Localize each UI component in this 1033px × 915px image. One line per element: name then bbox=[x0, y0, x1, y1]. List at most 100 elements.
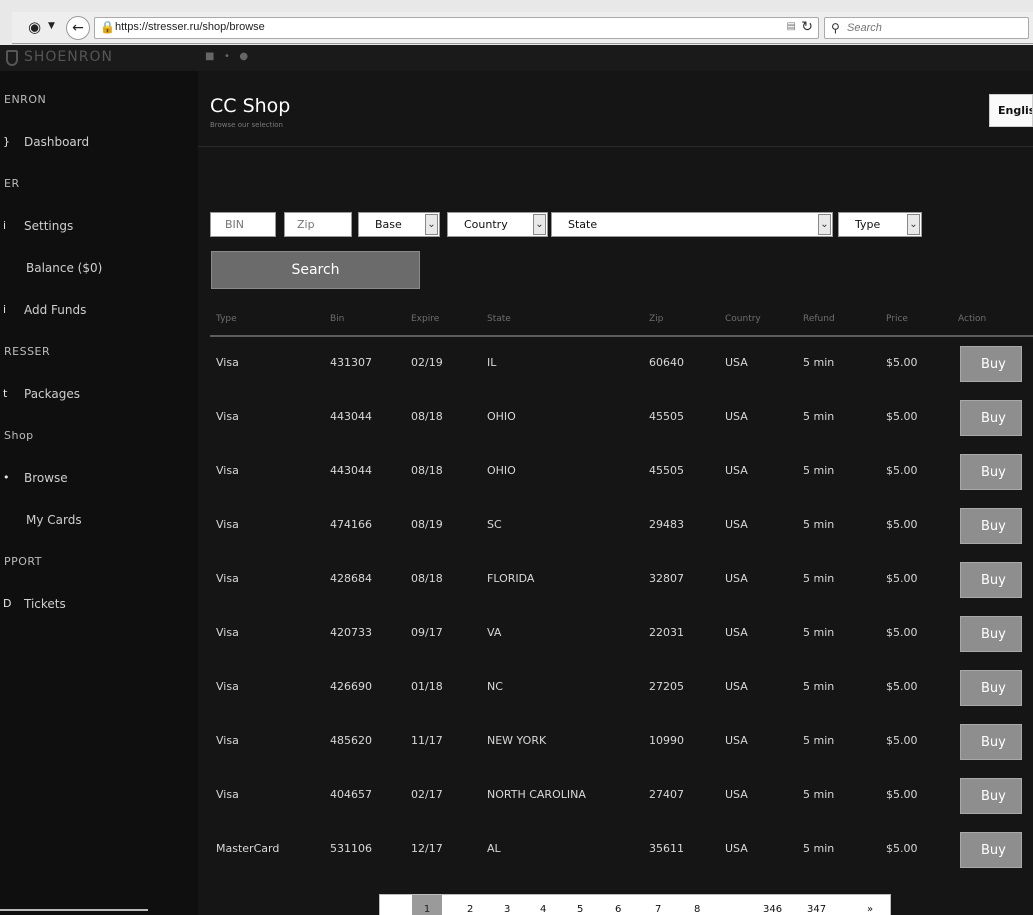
page-link-1[interactable]: 1 bbox=[412, 895, 442, 915]
page-link-3[interactable]: 3 bbox=[504, 904, 510, 915]
page-link-8[interactable]: 8 bbox=[694, 904, 700, 915]
column-header-country[interactable]: Country bbox=[725, 314, 761, 324]
table-row: Visa 485620 11/17 NEW YORK 10990 USA 5 min $5.0… bbox=[198, 724, 1033, 778]
cell-refund: 5 min bbox=[803, 788, 835, 801]
cell-expire: 12/17 bbox=[411, 842, 443, 855]
buy-button[interactable]: Buy bbox=[960, 670, 1022, 706]
base-select[interactable]: Base ⌄ bbox=[358, 212, 440, 237]
chevron-down-icon[interactable]: ▼ bbox=[48, 21, 55, 31]
browser-toolbar: ◉ ▼ ← 🔒 https://stresser.ru/shop/browse … bbox=[12, 12, 1033, 44]
search-icon: ⚲ bbox=[831, 21, 840, 35]
column-header-bin[interactable]: Bin bbox=[330, 314, 344, 324]
cell-zip: 45505 bbox=[649, 410, 684, 423]
cell-price: $5.00 bbox=[886, 356, 918, 369]
cell-country: USA bbox=[725, 626, 748, 639]
table-row: Visa 474166 08/19 SC 29483 USA 5 min $5.00 Buy bbox=[198, 508, 1033, 562]
cell-refund: 5 min bbox=[803, 356, 835, 369]
table-row: Visa 431307 02/19 IL 60640 USA 5 min $5.00 Buy bbox=[198, 346, 1033, 400]
page-link-6[interactable]: 6 bbox=[615, 904, 621, 915]
cell-country: USA bbox=[725, 464, 748, 477]
bin-field[interactable] bbox=[210, 212, 276, 237]
cell-country: USA bbox=[725, 842, 748, 855]
column-header-expire[interactable]: Expire bbox=[411, 314, 439, 324]
url-text[interactable]: https://stresser.ru/shop/browse bbox=[115, 21, 265, 33]
firefox-menu-icon[interactable]: ◉ bbox=[28, 18, 41, 36]
sidebar-item-my-cards[interactable]: My Cards bbox=[0, 507, 198, 535]
cell-state: NEW YORK bbox=[487, 734, 547, 747]
sidebar-item-add-funds[interactable]: i Add Funds bbox=[0, 297, 198, 325]
search-button[interactable]: Search bbox=[211, 251, 420, 289]
reload-icon[interactable]: ↻ bbox=[801, 19, 813, 35]
buy-button[interactable]: Buy bbox=[960, 508, 1022, 544]
sidebar-item-dashboard[interactable]: } Dashboard bbox=[0, 129, 198, 157]
cell-zip: 35611 bbox=[649, 842, 684, 855]
back-button[interactable]: ← bbox=[66, 16, 90, 40]
buy-button[interactable]: Buy bbox=[960, 616, 1022, 652]
language-button[interactable]: English bbox=[989, 94, 1033, 127]
sidebar-item-settings[interactable]: i Settings bbox=[0, 213, 198, 241]
cell-price: $5.00 bbox=[886, 410, 918, 423]
sidebar-item-label: Tickets bbox=[24, 597, 66, 611]
page-link-346[interactable]: 346 bbox=[763, 904, 782, 915]
sidebar-item-balance-0[interactable]: Balance ($0) bbox=[0, 255, 198, 283]
cell-state: OHIO bbox=[487, 464, 516, 477]
buy-button[interactable]: Buy bbox=[960, 346, 1022, 382]
cell-type: Visa bbox=[216, 464, 239, 477]
buy-button[interactable]: Buy bbox=[960, 454, 1022, 490]
cell-price: $5.00 bbox=[886, 680, 918, 693]
buy-button[interactable]: Buy bbox=[960, 562, 1022, 598]
page-link-347[interactable]: 347 bbox=[807, 904, 826, 915]
page-link-4[interactable]: 4 bbox=[540, 904, 546, 915]
chevron-down-icon[interactable]: ⌄ bbox=[907, 214, 920, 235]
buy-button[interactable]: Buy bbox=[960, 724, 1022, 760]
zip-input[interactable] bbox=[285, 213, 351, 236]
address-bar[interactable]: 🔒 https://stresser.ru/shop/browse ▤ ↻ bbox=[94, 17, 819, 39]
bin-input[interactable] bbox=[211, 213, 275, 236]
cell-refund: 5 min bbox=[803, 464, 835, 477]
table-row: Visa 404657 02/17 NORTH CAROLINA 27407 USA 5 m… bbox=[198, 778, 1033, 832]
zip-field[interactable] bbox=[284, 212, 352, 237]
column-header-refund[interactable]: Refund bbox=[803, 314, 835, 324]
cell-refund: 5 min bbox=[803, 842, 835, 855]
table-row: Visa 443044 08/18 OHIO 45505 USA 5 min $5.00 Buy bbox=[198, 454, 1033, 508]
sidebar-item-packages[interactable]: t Packages bbox=[0, 381, 198, 409]
cell-state: NORTH CAROLINA bbox=[487, 788, 586, 801]
type-select[interactable]: Type ⌄ bbox=[838, 212, 922, 237]
cell-state: IL bbox=[487, 356, 497, 369]
column-header-state[interactable]: State bbox=[487, 314, 511, 324]
country-select[interactable]: Country ⌄ bbox=[447, 212, 548, 237]
column-header-type[interactable]: Type bbox=[216, 314, 237, 324]
header-divider bbox=[198, 146, 1033, 147]
cell-state: SC bbox=[487, 518, 502, 531]
column-header-price[interactable]: Price bbox=[886, 314, 908, 324]
sidebar-section-resser: RESSER bbox=[0, 339, 198, 367]
table-row: Visa 420733 09/17 VA 22031 USA 5 min $5.00 Buy bbox=[198, 616, 1033, 670]
chevron-down-icon[interactable]: ⌄ bbox=[533, 214, 546, 235]
info-icon: i bbox=[3, 219, 7, 232]
browser-search-box[interactable]: ⚲ bbox=[824, 17, 1029, 39]
cell-type: MasterCard bbox=[216, 842, 280, 855]
cell-type: Visa bbox=[216, 680, 239, 693]
state-select[interactable]: State ⌄ bbox=[551, 212, 833, 237]
page-link-7[interactable]: 7 bbox=[655, 904, 661, 915]
sidebar-item-label: ENRON bbox=[4, 93, 47, 106]
pencil-icon: • bbox=[3, 471, 10, 484]
sidebar-item-browse[interactable]: • Browse bbox=[0, 465, 198, 493]
buy-button[interactable]: Buy bbox=[960, 832, 1022, 868]
page-link-2[interactable]: 2 bbox=[467, 904, 473, 915]
cell-expire: 11/17 bbox=[411, 734, 443, 747]
cell-price: $5.00 bbox=[886, 626, 918, 639]
chevron-down-icon[interactable]: ⌄ bbox=[425, 214, 438, 235]
sidebar-item-tickets[interactable]: D Tickets bbox=[0, 591, 198, 619]
next-page-link[interactable]: » bbox=[867, 904, 873, 915]
cell-zip: 10990 bbox=[649, 734, 684, 747]
sidebar-item-label: Browse bbox=[24, 471, 68, 485]
column-header-zip[interactable]: Zip bbox=[649, 314, 663, 324]
page-link-5[interactable]: 5 bbox=[577, 904, 583, 915]
browser-search-input[interactable] bbox=[847, 20, 1017, 36]
chevron-down-icon[interactable]: ⌄ bbox=[818, 214, 831, 235]
reader-mode-icon[interactable]: ▤ bbox=[787, 21, 796, 32]
cell-state: AL bbox=[487, 842, 501, 855]
buy-button[interactable]: Buy bbox=[960, 400, 1022, 436]
buy-button[interactable]: Buy bbox=[960, 778, 1022, 814]
